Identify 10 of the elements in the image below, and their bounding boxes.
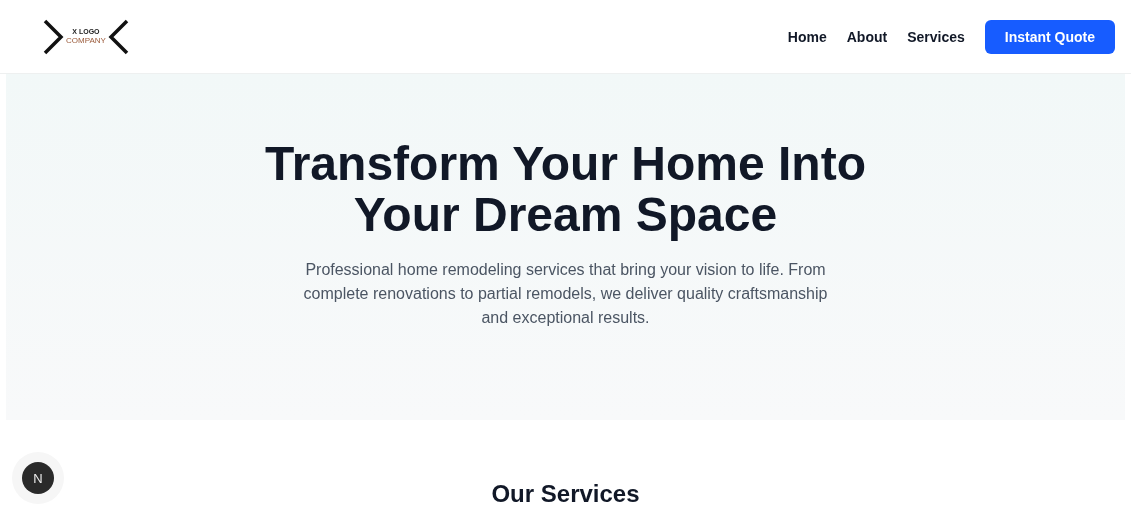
chevron-icon xyxy=(42,18,64,55)
chevron-icon xyxy=(107,18,130,55)
nav-link[interactable]: About xyxy=(846,28,888,45)
section-title: Our Services xyxy=(491,480,640,507)
hero-title: Transform Your Home Into Your Dream Space xyxy=(265,138,866,240)
instant-quote-button[interactable]: Instant Quote xyxy=(984,19,1115,54)
logo-subtitle: COMPANY xyxy=(66,35,106,46)
hero-description: Professional home remodeling services that bring your vision to life. From complete renovations to partial remodels, we deliver quality craftsmanship and exceptional results. xyxy=(302,260,829,328)
nav-link[interactable]: Services xyxy=(907,28,965,45)
nav-link[interactable]: Home xyxy=(787,28,827,45)
